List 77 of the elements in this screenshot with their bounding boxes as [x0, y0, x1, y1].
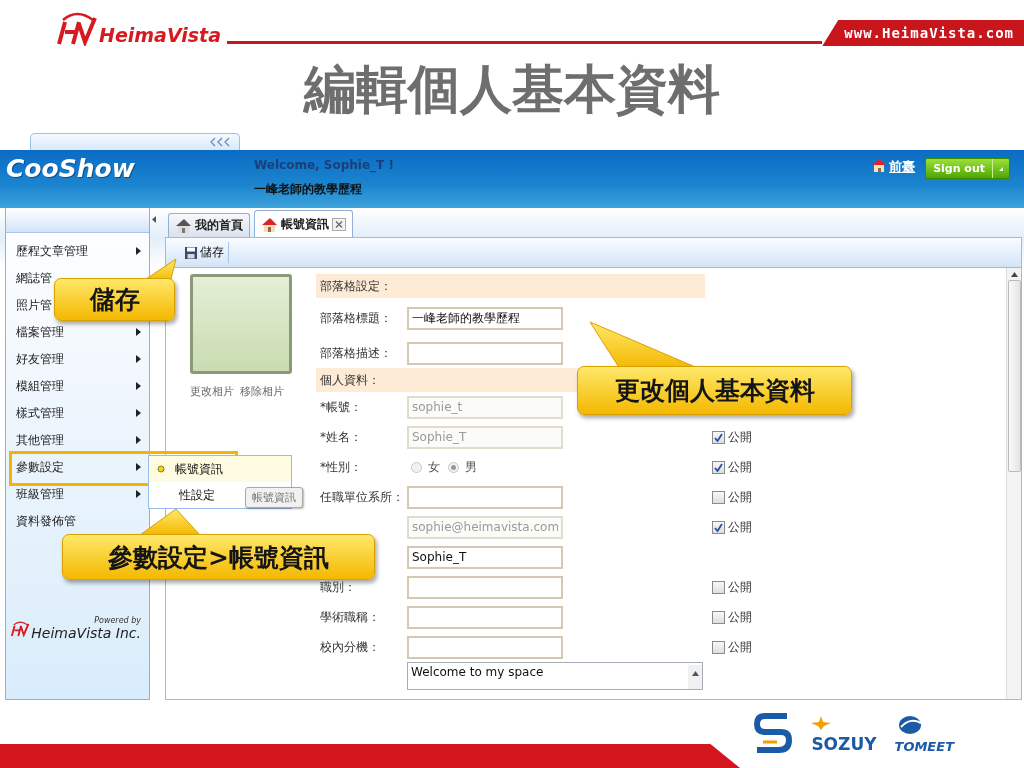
field-label: 任職單位系所： [320, 489, 404, 504]
field-label: *帳號： [320, 399, 362, 414]
scrollbar-thumb[interactable] [1007, 280, 1021, 472]
field-label: 校內分機： [320, 639, 380, 654]
field-label: 部落格標題： [320, 310, 392, 325]
checkbox-label: 公開 [728, 428, 752, 446]
checkbox[interactable] [712, 640, 725, 654]
company-logo-text: SOZUY [811, 733, 877, 754]
sidebar-item[interactable]: 模組管理 [6, 376, 149, 396]
sidebar-item[interactable]: 網誌管 [6, 268, 52, 288]
bullet-icon [157, 465, 165, 473]
tab[interactable]: 帳號資訊 [254, 210, 353, 237]
front-page-link[interactable]: 前臺 [889, 158, 916, 176]
star-icon [811, 715, 832, 730]
collapse-arrow-icon[interactable] [152, 216, 156, 223]
scroll-up-icon[interactable] [691, 671, 699, 676]
tab[interactable]: 我的首頁 [168, 213, 250, 237]
sidebar-item[interactable]: 資料發佈管 [6, 511, 76, 531]
caret-icon [998, 165, 1004, 172]
callout-tail [138, 508, 202, 536]
checkbox-label: 公開 [728, 578, 752, 596]
company-logo-icon [753, 712, 794, 756]
checkbox[interactable] [712, 580, 725, 594]
text-field[interactable]: Sophie_T [407, 545, 563, 569]
house-icon [261, 216, 278, 232]
text-field[interactable] [407, 635, 563, 659]
checkbox[interactable] [712, 490, 725, 504]
photo-action-link[interactable]: 移除相片 [240, 384, 284, 399]
text-field[interactable]: 一峰老師的教學歷程 [407, 306, 563, 330]
field-label: *姓名： [320, 429, 362, 444]
checkbox-label: 公開 [728, 608, 752, 626]
house-icon [175, 218, 192, 233]
app-logo: CooShow [6, 154, 136, 184]
checkbox-label: 公開 [728, 518, 752, 536]
check-icon [714, 462, 723, 472]
text-field[interactable] [407, 575, 563, 599]
text-field[interactable] [407, 485, 563, 509]
sidebar-item[interactable]: 參數設定 [6, 457, 149, 477]
sidebar-item[interactable]: 歷程文章管理 [6, 241, 149, 261]
scroll-up-icon[interactable] [1010, 272, 1018, 277]
photo-action-link[interactable]: 更改相片 [190, 384, 234, 399]
text-field[interactable] [407, 605, 563, 629]
checkbox-label: 公開 [728, 638, 752, 656]
field-label: 職別： [320, 579, 356, 594]
checkbox-label: 公開 [728, 458, 752, 476]
field-label: 學術職稱： [320, 609, 380, 624]
company-name: HeimaVista Inc. [31, 625, 141, 641]
blog-name: 一峰老師的教學歷程 [254, 181, 363, 198]
checkbox[interactable] [712, 610, 725, 624]
text-field[interactable] [407, 341, 563, 365]
section-title: 個人資料： [320, 371, 380, 389]
sidebar-item[interactable]: 檔案管理 [6, 322, 149, 342]
company-logo-text: TOMEET [894, 738, 954, 754]
tooltip: 帳號資訊 [245, 487, 303, 508]
text-area[interactable]: Welcome to my space [407, 662, 703, 690]
sidebar-item[interactable]: 照片管 [6, 295, 52, 315]
check-icon [714, 522, 723, 532]
house-icon [871, 158, 888, 172]
submenu-item[interactable]: 帳號資訊 [149, 456, 291, 482]
sidebar-item[interactable]: 其他管理 [6, 430, 149, 450]
website-url: www.HeimaVista.com [822, 20, 1024, 46]
close-icon[interactable] [332, 217, 346, 231]
check-icon [714, 432, 723, 442]
save-button[interactable]: 儲存 [180, 242, 229, 263]
field-label: *性別： [320, 459, 362, 474]
checkbox-label: 公開 [728, 488, 752, 506]
slide-title: 編輯個人基本資料 [304, 58, 720, 120]
brand-name: HeimaVista [99, 24, 221, 46]
welcome-text: Welcome, Sophie_T ! [254, 158, 394, 172]
sidebar-item[interactable]: 樣式管理 [6, 403, 149, 423]
submenu-item[interactable]: 性設定 [149, 482, 215, 508]
section-title: 部落格設定： [320, 277, 392, 295]
logo-mark-icon [55, 12, 97, 46]
sidebar-item[interactable]: 班級管理 [6, 484, 149, 504]
sidebar-item[interactable]: 好友管理 [6, 349, 149, 369]
field-label: 部落格描述： [320, 345, 392, 360]
powered-by-text: Powered by [94, 616, 141, 625]
